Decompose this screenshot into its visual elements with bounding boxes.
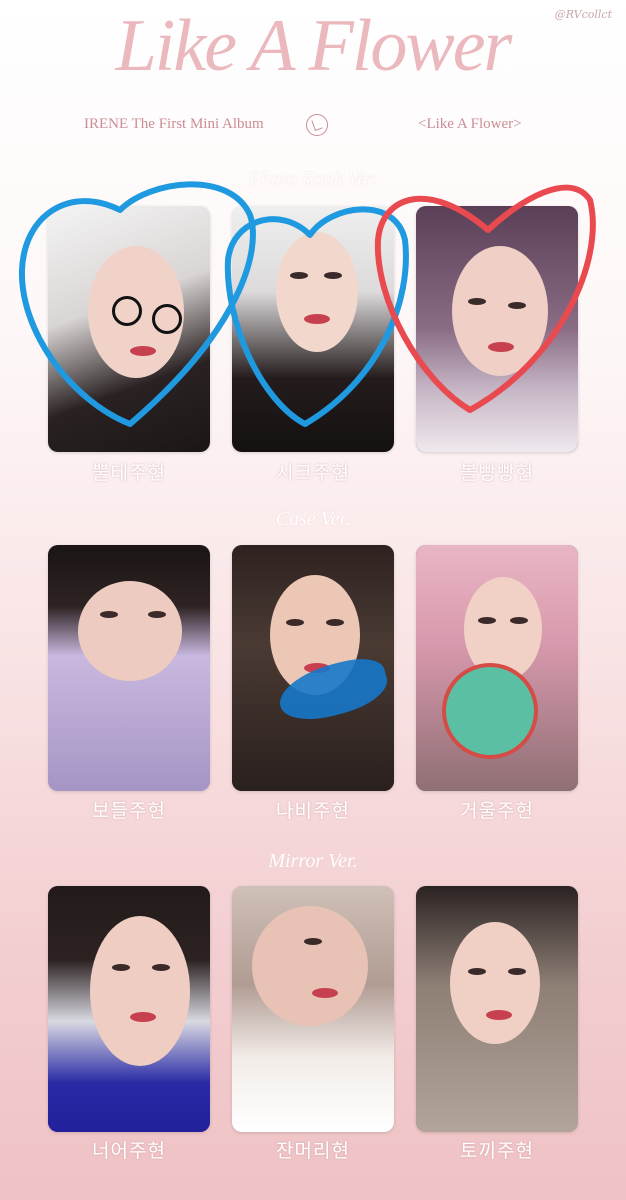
photocard[interactable]: [416, 886, 578, 1132]
card-caption: 나비주현: [276, 800, 350, 822]
album-title: Like A Flower: [115, 5, 513, 87]
photocard[interactable]: [232, 545, 394, 791]
section-label-case: Case Ver.: [275, 508, 351, 530]
section-label-photobook: Photo Book Ver.: [248, 168, 378, 190]
flower-logo-icon: [306, 114, 328, 136]
section-label-mirror: Mirror Ver.: [268, 850, 358, 872]
card-caption: 뿔테주현: [92, 462, 166, 484]
card-caption: 시크주현: [276, 462, 350, 484]
card-caption: 토끼주현: [460, 1140, 534, 1162]
card-caption: 보들주현: [92, 800, 166, 822]
artist-line: IRENE The First Mini Album: [84, 116, 264, 132]
hand-mirror-icon: [442, 663, 538, 759]
card-caption: 잔머리현: [276, 1140, 350, 1162]
subtitle-row: IRENE The First Mini Album <Like A Flowe…: [0, 114, 626, 138]
photocard[interactable]: [48, 886, 210, 1132]
card-caption: 거울주현: [460, 800, 534, 822]
photocard[interactable]: [416, 206, 578, 452]
photocard[interactable]: [48, 206, 210, 452]
album-line: <Like A Flower>: [418, 116, 522, 132]
photocard[interactable]: [232, 886, 394, 1132]
card-caption: 너어주현: [92, 1140, 166, 1162]
photocard[interactable]: [416, 545, 578, 791]
photocard[interactable]: [48, 545, 210, 791]
photocard[interactable]: [232, 206, 394, 452]
card-caption: 볼빵빵현: [460, 462, 534, 484]
